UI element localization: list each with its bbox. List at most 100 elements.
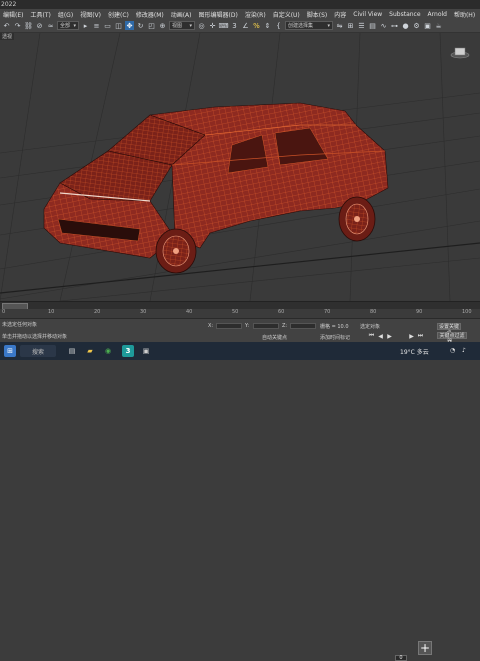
front-wheel[interactable]: [155, 228, 197, 274]
app-icon[interactable]: ▣: [140, 345, 152, 357]
rendered-frame-icon[interactable]: ▣: [423, 21, 432, 30]
set-key-button[interactable]: 设置关键点: [437, 323, 461, 336]
menu-modifiers[interactable]: 修改器(M): [133, 10, 168, 19]
menu-help[interactable]: 帮助(H): [451, 10, 479, 19]
frame-tick: 70: [324, 309, 331, 315]
chrome-icon[interactable]: ◉: [102, 345, 114, 357]
menu-create[interactable]: 创建(C): [105, 10, 133, 19]
undo-icon[interactable]: ↶: [2, 21, 11, 30]
3dsmax-icon[interactable]: 3: [122, 345, 134, 357]
menu-arnold[interactable]: Arnold: [425, 11, 451, 18]
menu-scripting[interactable]: 脚本(S): [304, 10, 332, 19]
weather-widget[interactable]: 19°C 多云: [400, 347, 429, 356]
redo-icon[interactable]: ↷: [13, 21, 22, 30]
add-time-tag[interactable]: 添加时间标记: [320, 334, 350, 341]
frame-tick: 0: [2, 309, 6, 315]
add-key-button[interactable]: +: [418, 641, 432, 655]
car-model[interactable]: [43, 102, 389, 274]
perspective-viewport[interactable]: 透视: [0, 33, 480, 301]
os-taskbar: ⊞ 搜索 ▤ ▰ ◉ 3 ▣ 19°C 多云 ◔ ♪: [0, 342, 480, 360]
manipulate-icon[interactable]: ✛: [208, 21, 217, 30]
network-icon[interactable]: ◔: [450, 347, 455, 354]
snap-toggle-icon[interactable]: 3: [230, 21, 239, 30]
bind-spacewarp-icon[interactable]: ≈: [46, 21, 55, 30]
x-coordinate-field[interactable]: [216, 323, 242, 329]
curve-editor-icon[interactable]: ∿: [379, 21, 388, 30]
select-object-icon[interactable]: ▸: [81, 21, 90, 30]
current-frame-field[interactable]: 0: [395, 655, 407, 661]
unlink-icon[interactable]: ⊘: [35, 21, 44, 30]
y-label: Y:: [245, 323, 250, 329]
selected-label[interactable]: 选定对象: [360, 323, 380, 330]
rear-wheel[interactable]: [338, 196, 376, 242]
place-icon[interactable]: ⊕: [158, 21, 167, 30]
prompt-hint: 单击并拖动以选择并移动对象: [2, 334, 68, 340]
scene-explorer-icon[interactable]: ☰: [357, 21, 366, 30]
angle-snap-icon[interactable]: ∠: [241, 21, 250, 30]
y-coordinate-field[interactable]: [253, 323, 279, 329]
render-setup-icon[interactable]: ⚙: [412, 21, 421, 30]
task-view-icon[interactable]: ▤: [66, 345, 78, 357]
menu-bar: 编辑(E) 工具(T) 组(G) 视图(V) 创建(C) 修改器(M) 动画(A…: [0, 9, 480, 19]
select-scale-icon[interactable]: ◰: [147, 21, 156, 30]
schematic-view-icon[interactable]: ⊶: [390, 21, 399, 30]
percent-snap-icon[interactable]: %: [252, 21, 261, 30]
z-label: Z:: [282, 323, 288, 329]
render-production-icon[interactable]: ☕: [434, 21, 443, 30]
start-icon[interactable]: ⊞: [4, 345, 16, 357]
frame-tick: 10: [48, 309, 55, 315]
reference-coordinate-dropdown[interactable]: 视图 ▾: [169, 21, 195, 30]
explorer-icon[interactable]: ▰: [84, 345, 96, 357]
menu-graph-editors[interactable]: 图形编辑器(D): [196, 10, 242, 19]
window-titlebar: 2022: [0, 0, 480, 9]
menu-views[interactable]: 视图(V): [77, 10, 105, 19]
status-bar: 未选定任何对象 单击并拖动以选择并移动对象 X: Y: Z: 栅格 = 10.0…: [0, 318, 480, 661]
selection-filter-dropdown[interactable]: 全部 ▾: [57, 21, 79, 30]
volume-icon[interactable]: ♪: [462, 347, 466, 354]
selection-status: 未选定任何对象: [2, 322, 38, 328]
frame-tick: 60: [278, 309, 285, 315]
edit-named-selection-icon[interactable]: {: [274, 21, 283, 30]
menu-civil-view[interactable]: Civil View: [350, 11, 386, 18]
key-filters-button[interactable]: 关键点过滤器...: [437, 332, 467, 345]
menu-animation[interactable]: 动画(A): [168, 10, 196, 19]
go-to-start-icon[interactable]: ⏮: [367, 332, 376, 340]
x-label: X:: [208, 323, 214, 329]
viewcube-icon[interactable]: [450, 44, 470, 59]
select-rotate-icon[interactable]: ↻: [136, 21, 145, 30]
menu-group[interactable]: 组(G): [55, 10, 77, 19]
prev-frame-icon[interactable]: ◀: [376, 332, 385, 340]
next-frame-icon[interactable]: ▶: [407, 332, 416, 340]
named-selection-dropdown[interactable]: 创建选择集 ▾: [285, 21, 333, 30]
window-crossing-icon[interactable]: ◫: [114, 21, 123, 30]
play-icon[interactable]: ▶: [385, 332, 394, 340]
menu-customize[interactable]: 自定义(U): [270, 10, 304, 19]
mirror-icon[interactable]: ⇋: [335, 21, 344, 30]
select-move-icon[interactable]: ✥: [125, 21, 134, 30]
search-box[interactable]: 搜索: [20, 345, 56, 357]
frame-tick: 20: [94, 309, 101, 315]
go-to-end-icon[interactable]: ⏭: [416, 332, 425, 340]
align-icon[interactable]: ⊞: [346, 21, 355, 30]
main-toolbar: ↶ ↷ ⛓ ⊘ ≈ 全部 ▾ ▸ ≡ ▭ ◫ ✥ ↻ ◰ ⊕ 视图 ▾ ◎ ✛ ⌨ …: [0, 19, 480, 33]
menu-substance[interactable]: Substance: [386, 11, 424, 18]
keyboard-shortcut-icon[interactable]: ⌨: [218, 21, 228, 30]
menu-tools[interactable]: 工具(T): [27, 10, 54, 19]
z-coordinate-field[interactable]: [290, 323, 316, 329]
link-icon[interactable]: ⛓: [24, 21, 33, 30]
frame-tick: 30: [140, 309, 147, 315]
autokey-label[interactable]: 自动关键点: [262, 334, 287, 341]
layer-explorer-icon[interactable]: ▤: [368, 21, 377, 30]
pivot-center-icon[interactable]: ◎: [197, 21, 206, 30]
frame-tick: 80: [370, 309, 377, 315]
frame-tick: 90: [416, 309, 423, 315]
track-bar[interactable]: 0 10 20 30 40 50 60 70 80 90 100: [0, 309, 480, 318]
select-by-name-icon[interactable]: ≡: [92, 21, 101, 30]
rect-selection-icon[interactable]: ▭: [103, 21, 112, 30]
menu-content[interactable]: 内容: [331, 10, 350, 19]
spinner-snap-icon[interactable]: ⇕: [263, 21, 272, 30]
menu-rendering[interactable]: 渲染(R): [242, 10, 270, 19]
material-editor-icon[interactable]: ●: [401, 21, 410, 30]
menu-edit[interactable]: 编辑(E): [0, 10, 27, 19]
viewport-scene: [0, 33, 480, 301]
